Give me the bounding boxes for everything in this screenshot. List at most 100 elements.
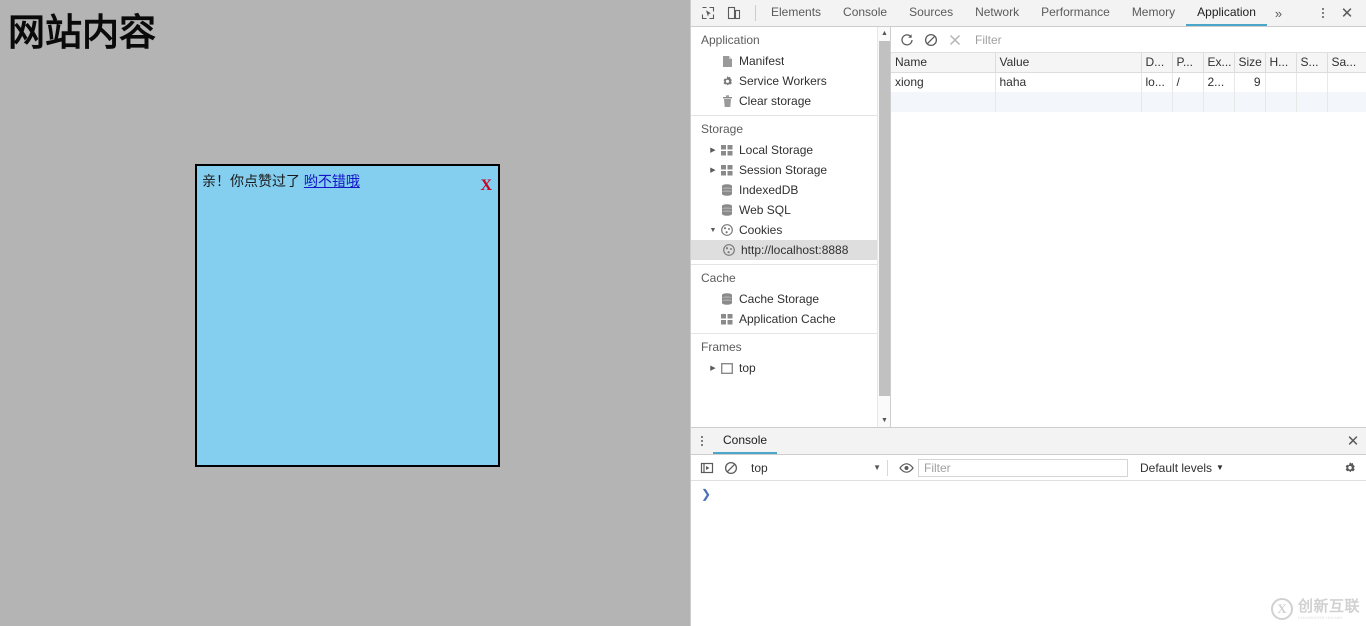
execute-snippet-icon[interactable] [695,456,719,480]
cell-empty [1141,92,1173,112]
chevron-right-icon[interactable]: ▶ [707,364,719,372]
live-expression-icon[interactable] [894,456,918,480]
cookies-filter-input[interactable]: Filter [975,33,1366,47]
chevron-right-icon[interactable]: ▶ [707,146,719,154]
sidebar-item-frame-top[interactable]: ▶ top [691,358,877,378]
devtools-close-button[interactable]: ✕ [1334,0,1360,26]
column-header-secure[interactable]: S... [1296,53,1328,73]
cell-empty [1203,92,1235,112]
cell-empty [1296,92,1328,112]
column-header-value[interactable]: Value [995,53,1142,73]
sidebar-section-title-cache: Cache [701,271,736,285]
drawer-tab-console[interactable]: Console [713,428,778,454]
sidebar-item-label: top [739,361,756,375]
popup-link[interactable]: 哟不错哦 [304,173,360,189]
sidebar-scroll-content: Application ▶ Manifest ▶ Service Work [691,27,877,427]
console-drawer: Console ✕ top ▼ Filter Default levels ▼ … [691,427,1366,626]
sidebar-item-label: Service Workers [739,74,827,88]
devtools-menu-button[interactable] [1312,0,1334,26]
chevron-right-icon[interactable]: ▶ [707,166,719,174]
column-header-expires[interactable]: Ex... [1203,53,1235,73]
table-icon [719,144,735,156]
cell-value: haha [995,72,1142,92]
sidebar-section-title-storage: Storage [701,122,744,136]
sidebar-item-indexeddb[interactable]: ▶ IndexedDB [691,180,877,200]
sidebar-item-label: IndexedDB [739,183,799,197]
devtools-toolbar: Elements Console Sources Network Perform… [691,0,1366,27]
drawer-close-button[interactable]: ✕ [1339,428,1366,454]
delete-selected-icon[interactable] [943,28,967,52]
console-settings-icon[interactable] [1339,457,1361,479]
console-prompt[interactable]: ❯ [691,481,1366,502]
tab-application[interactable]: Application [1186,0,1267,26]
sidebar-item-local-storage[interactable]: ▶ Local Storage [691,140,877,160]
scroll-down-arrow-icon[interactable]: ▼ [878,414,890,427]
sidebar-item-session-storage[interactable]: ▶ Session Storage [691,160,877,180]
tab-elements[interactable]: Elements [760,0,832,26]
column-header-samesite[interactable]: Sa... [1327,53,1366,73]
tab-network[interactable]: Network [964,0,1030,26]
column-header-path[interactable]: P... [1172,53,1204,73]
popup-message-text: 亲！你点赞过了 [202,173,304,189]
sidebar-item-label: Session Storage [739,163,828,177]
tab-memory[interactable]: Memory [1121,0,1186,26]
table-row[interactable]: xiong haha lo... / 2... 9 [891,72,1366,92]
like-popup-box: 亲！你点赞过了 哟不错哦 X [195,164,500,467]
console-levels-selector[interactable]: Default levels ▼ [1140,461,1224,475]
sidebar-item-label: Web SQL [739,203,791,217]
table-row-empty[interactable] [891,92,1366,112]
cell-expires: 2... [1203,72,1235,92]
sidebar-item-clear-storage[interactable]: ▶ Clear storage [691,91,877,111]
cookie-icon [721,244,737,256]
sidebar-scrollbar-thumb[interactable] [879,41,890,396]
console-filter-input[interactable]: Filter [918,458,1128,477]
more-tabs-button[interactable]: » [1267,0,1290,26]
sidebar-scrollbar[interactable]: ▲ ▼ [877,27,890,427]
toolbar-icon-group [691,0,751,26]
cell-path: / [1172,72,1204,92]
gear-icon [719,75,735,88]
tab-performance[interactable]: Performance [1030,0,1121,26]
column-header-httponly[interactable]: H... [1265,53,1297,73]
devtools-main-area: Application ▶ Manifest ▶ Service Work [691,27,1366,427]
sidebar-item-application-cache[interactable]: ▶ Application Cache [691,309,877,329]
clear-all-icon[interactable] [919,28,943,52]
cell-empty [1265,92,1297,112]
cell-empty [1234,92,1266,112]
tab-sources[interactable]: Sources [898,0,964,26]
column-header-size[interactable]: Size [1234,53,1266,73]
device-toolbar-icon[interactable] [721,0,747,26]
cell-name: xiong [891,72,996,92]
cell-empty [1327,92,1366,112]
sidebar-item-label: Local Storage [739,143,814,157]
toolbar-right-group: ✕ [1303,0,1366,26]
column-header-domain[interactable]: D... [1141,53,1173,73]
sidebar-item-manifest[interactable]: ▶ Manifest [691,51,877,71]
application-sidebar: Application ▶ Manifest ▶ Service Work [691,27,891,427]
drawer-menu-button[interactable] [691,428,713,454]
page-viewport: 网站内容 亲！你点赞过了 哟不错哦 X [0,0,690,626]
console-context-selector[interactable]: top ▼ [751,461,881,475]
tab-console[interactable]: Console [832,0,898,26]
chevron-down-icon[interactable]: ▼ [707,227,719,234]
sidebar-item-label: Cache Storage [739,292,820,306]
database-icon [719,184,735,196]
console-toolbar-divider [887,459,888,476]
clear-console-icon[interactable] [719,456,743,480]
refresh-icon[interactable] [895,28,919,52]
cookies-toolbar: Filter [891,27,1366,53]
chevron-down-icon: ▼ [873,463,881,472]
popup-close-button[interactable]: X [480,178,492,194]
scroll-up-arrow-icon[interactable]: ▲ [878,27,890,40]
sidebar-item-web-sql[interactable]: ▶ Web SQL [691,200,877,220]
sidebar-item-cache-storage[interactable]: ▶ Cache Storage [691,289,877,309]
sidebar-item-service-workers[interactable]: ▶ Service Workers [691,71,877,91]
inspect-element-icon[interactable] [695,0,721,26]
cookies-panel: Filter Name Value D... P... Ex... Size H… [891,27,1366,427]
sidebar-item-cookies[interactable]: ▼ Cookies [691,220,877,240]
screenshot-root: 网站内容 亲！你点赞过了 哟不错哦 X Elements Console Sou… [0,0,1366,626]
sidebar-item-cookie-origin[interactable]: http://localhost:8888 [691,240,877,260]
column-header-name[interactable]: Name [891,53,996,73]
table-icon [719,313,735,325]
popup-message: 亲！你点赞过了 哟不错哦 [202,171,360,191]
